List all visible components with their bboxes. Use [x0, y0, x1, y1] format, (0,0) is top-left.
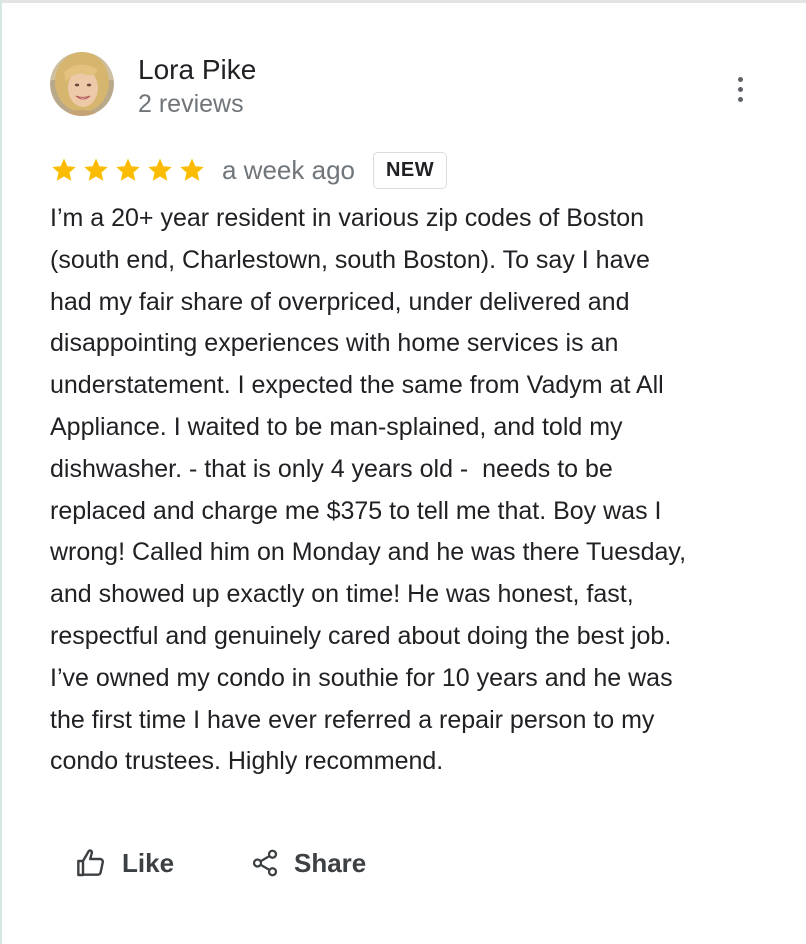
share-button[interactable]: Share	[250, 847, 366, 879]
avatar[interactable]	[50, 52, 114, 116]
like-button[interactable]: Like	[74, 847, 234, 879]
star-icon	[180, 158, 204, 181]
more-options-icon[interactable]	[726, 72, 754, 106]
more-dot	[737, 86, 743, 92]
share-label: Share	[294, 847, 367, 878]
star-icon	[148, 158, 172, 181]
like-label: Like	[122, 847, 175, 878]
new-badge: NEW	[372, 151, 448, 189]
review-card: Lora Pike 2 reviews a week ago NEW I’m a…	[0, 0, 806, 944]
more-dot	[737, 96, 743, 102]
star-icon	[116, 158, 140, 181]
author-name[interactable]: Lora Pike	[138, 54, 256, 86]
rating-row: a week ago NEW	[50, 148, 448, 192]
review-count[interactable]: 2 reviews	[138, 89, 244, 119]
review-date: a week ago	[222, 154, 355, 185]
thumb-up-icon	[77, 849, 104, 877]
avatar-photo	[50, 52, 114, 116]
star-icon	[52, 158, 76, 181]
review-actions: Like Share	[74, 838, 366, 888]
share-icon	[252, 849, 278, 877]
more-dot	[737, 76, 743, 82]
star-icon	[84, 158, 108, 181]
review-text: I’m a 20+ year resident in various zip c…	[50, 204, 687, 776]
star-rating	[50, 156, 206, 184]
